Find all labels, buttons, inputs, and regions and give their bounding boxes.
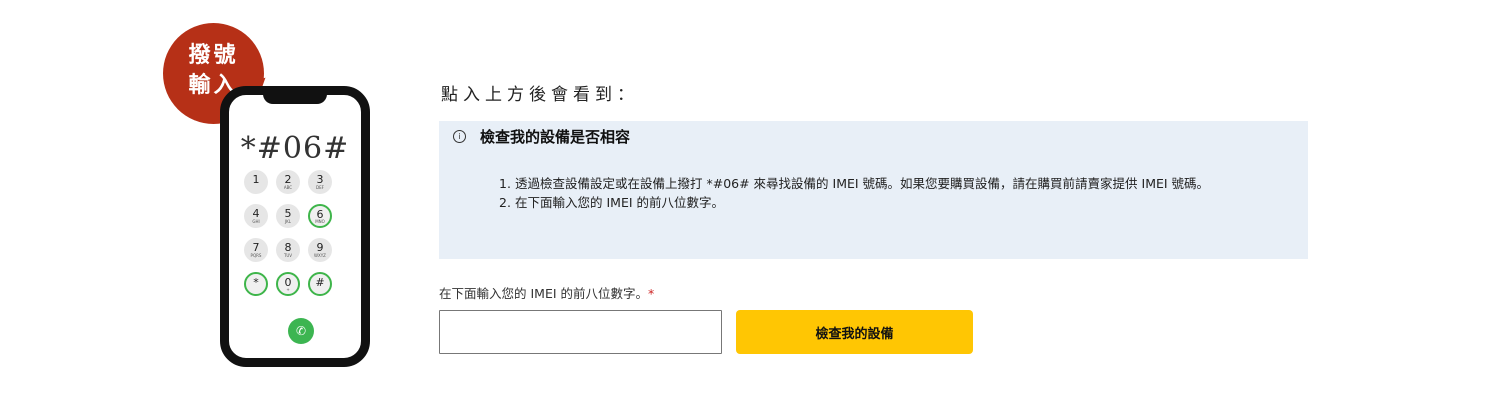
keypad-key: 5 JKL bbox=[276, 204, 300, 228]
step-text: 透過檢查設備設定或在設備上撥打 *#06# 來尋找設備的 IMEI 號碼。如果您… bbox=[515, 176, 1210, 191]
keypad-key: 9 WXYZ bbox=[308, 238, 332, 262]
step-number: 2. bbox=[499, 195, 511, 210]
keypad-key-letters: TUV bbox=[283, 253, 293, 258]
keypad-key-letters: + bbox=[286, 287, 290, 292]
dial-code-display: *#06# bbox=[240, 131, 350, 166]
instruction-list: 1. 透過檢查設備設定或在設備上撥打 *#06# 來尋找設備的 IMEI 號碼。… bbox=[499, 176, 1289, 214]
keypad-key: 8 TUV bbox=[276, 238, 300, 262]
keypad-key: 0 + bbox=[276, 272, 300, 296]
keypad-key-letters: DEF bbox=[316, 185, 324, 190]
keypad-key-label: # bbox=[315, 276, 325, 289]
keypad-key-letters: MNO bbox=[315, 219, 325, 224]
keypad-key: 3 DEF bbox=[308, 170, 332, 194]
keypad-key-letters: PQRS bbox=[250, 253, 262, 258]
info-title: 檢查我的設備是否相容 bbox=[480, 128, 631, 146]
keypad-key-letters: WXYZ bbox=[314, 253, 326, 258]
keypad-key: 4 GHI bbox=[244, 204, 268, 228]
step-text: 在下面輸入您的 IMEI 的前八位數字。 bbox=[515, 195, 725, 210]
info-circle-icon: i bbox=[453, 130, 466, 143]
step-number: 1. bbox=[499, 176, 511, 191]
keypad-key-label: 1 bbox=[252, 173, 260, 186]
list-item: 1. 透過檢查設備設定或在設備上撥打 *#06# 來尋找設備的 IMEI 號碼。… bbox=[499, 176, 1289, 192]
check-device-button[interactable]: 檢查我的設備 bbox=[736, 310, 973, 354]
keypad-key: 1 bbox=[244, 170, 268, 194]
required-mark: * bbox=[648, 286, 655, 301]
keypad-key: 7 PQRS bbox=[244, 238, 268, 262]
phone-illustration: *#06# 1 2 ABC 3 DEF 4 GHI 5 JKL 6 MNO 7 PQRS 8 TUV 9 WXY… bbox=[220, 86, 370, 367]
imei-field-label: 在下面輸入您的 IMEI 的前八位數字。* bbox=[439, 283, 654, 302]
imei-input[interactable] bbox=[439, 310, 722, 354]
keypad-key-letters: GHI bbox=[252, 219, 260, 224]
keypad-key: 2 ABC bbox=[276, 170, 300, 194]
phone-notch bbox=[263, 93, 327, 104]
phone-call-icon: ✆ bbox=[288, 318, 314, 344]
keypad-key-letters: JKL bbox=[284, 219, 292, 224]
keypad-key: # bbox=[308, 272, 332, 296]
compatibility-info-box: i 檢查我的設備是否相容 1. 透過檢查設備設定或在設備上撥打 *#06# 來尋… bbox=[439, 121, 1308, 259]
list-item: 2. 在下面輸入您的 IMEI 的前八位數字。 bbox=[499, 195, 1289, 211]
keypad-key: * bbox=[244, 272, 268, 296]
keypad-key-label: * bbox=[253, 276, 259, 289]
keypad-key: 6 MNO bbox=[308, 204, 332, 228]
keypad-key-letters: ABC bbox=[283, 185, 293, 190]
imei-label-text: 在下面輸入您的 IMEI 的前八位數字。 bbox=[439, 286, 649, 301]
badge-line-1: 撥號 bbox=[188, 42, 239, 68]
intro-text: 點入上方後會看到： bbox=[441, 85, 639, 105]
